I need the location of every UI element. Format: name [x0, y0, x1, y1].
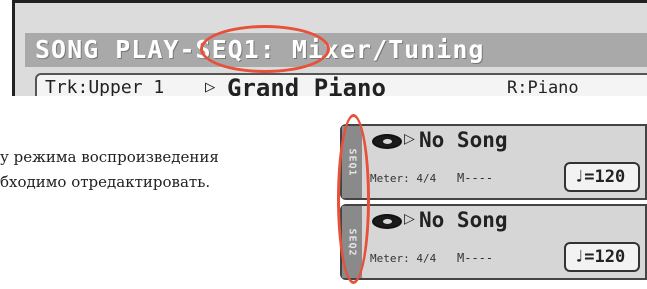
- highlight-ellipse-seq-tabs: [337, 114, 370, 284]
- track-arrow-icon: ▷: [205, 77, 216, 96]
- seq1-measure: M----: [457, 171, 494, 185]
- disk-icon: [372, 134, 402, 149]
- song-arrow-icon: ▷: [404, 131, 415, 147]
- description-line-1: у режима воспроизведения: [0, 148, 219, 166]
- highlight-ellipse-title: [200, 25, 330, 73]
- seq1-meter: Meter: 4/4: [370, 172, 437, 185]
- seq2-measure: M----: [457, 251, 494, 265]
- description-line-2: бходимо отредактировать.: [0, 173, 211, 191]
- track-sound-name: Grand Piano: [227, 74, 386, 96]
- track-label: Trk:Upper 1: [45, 77, 165, 96]
- disk-icon: [372, 214, 402, 229]
- seq1-tempo-button[interactable]: ♩=120: [564, 162, 640, 192]
- track-row[interactable]: Trk:Upper 1 ▷ Grand Piano R:Piano: [35, 73, 647, 96]
- page-title: SONG PLAY-SEQ1: Mixer/Tuning: [25, 33, 647, 67]
- seq2-tempo-button[interactable]: ♩=120: [564, 242, 640, 272]
- seq2-panel[interactable]: SEQ2 ▷ No Song Meter: 4/4 M---- ♩=120: [340, 204, 647, 280]
- seq1-panel[interactable]: SEQ1 ▷ No Song Meter: 4/4 M---- ♩=120: [340, 124, 647, 200]
- seq1-song-name[interactable]: No Song: [419, 128, 508, 152]
- seq2-meter: Meter: 4/4: [370, 252, 437, 265]
- track-bank: R:Piano: [507, 78, 579, 96]
- sequencer-panels: SEQ1 ▷ No Song Meter: 4/4 M---- ♩=120 SE…: [340, 124, 647, 289]
- song-arrow-icon: ▷: [404, 211, 415, 227]
- seq2-song-name[interactable]: No Song: [419, 208, 508, 232]
